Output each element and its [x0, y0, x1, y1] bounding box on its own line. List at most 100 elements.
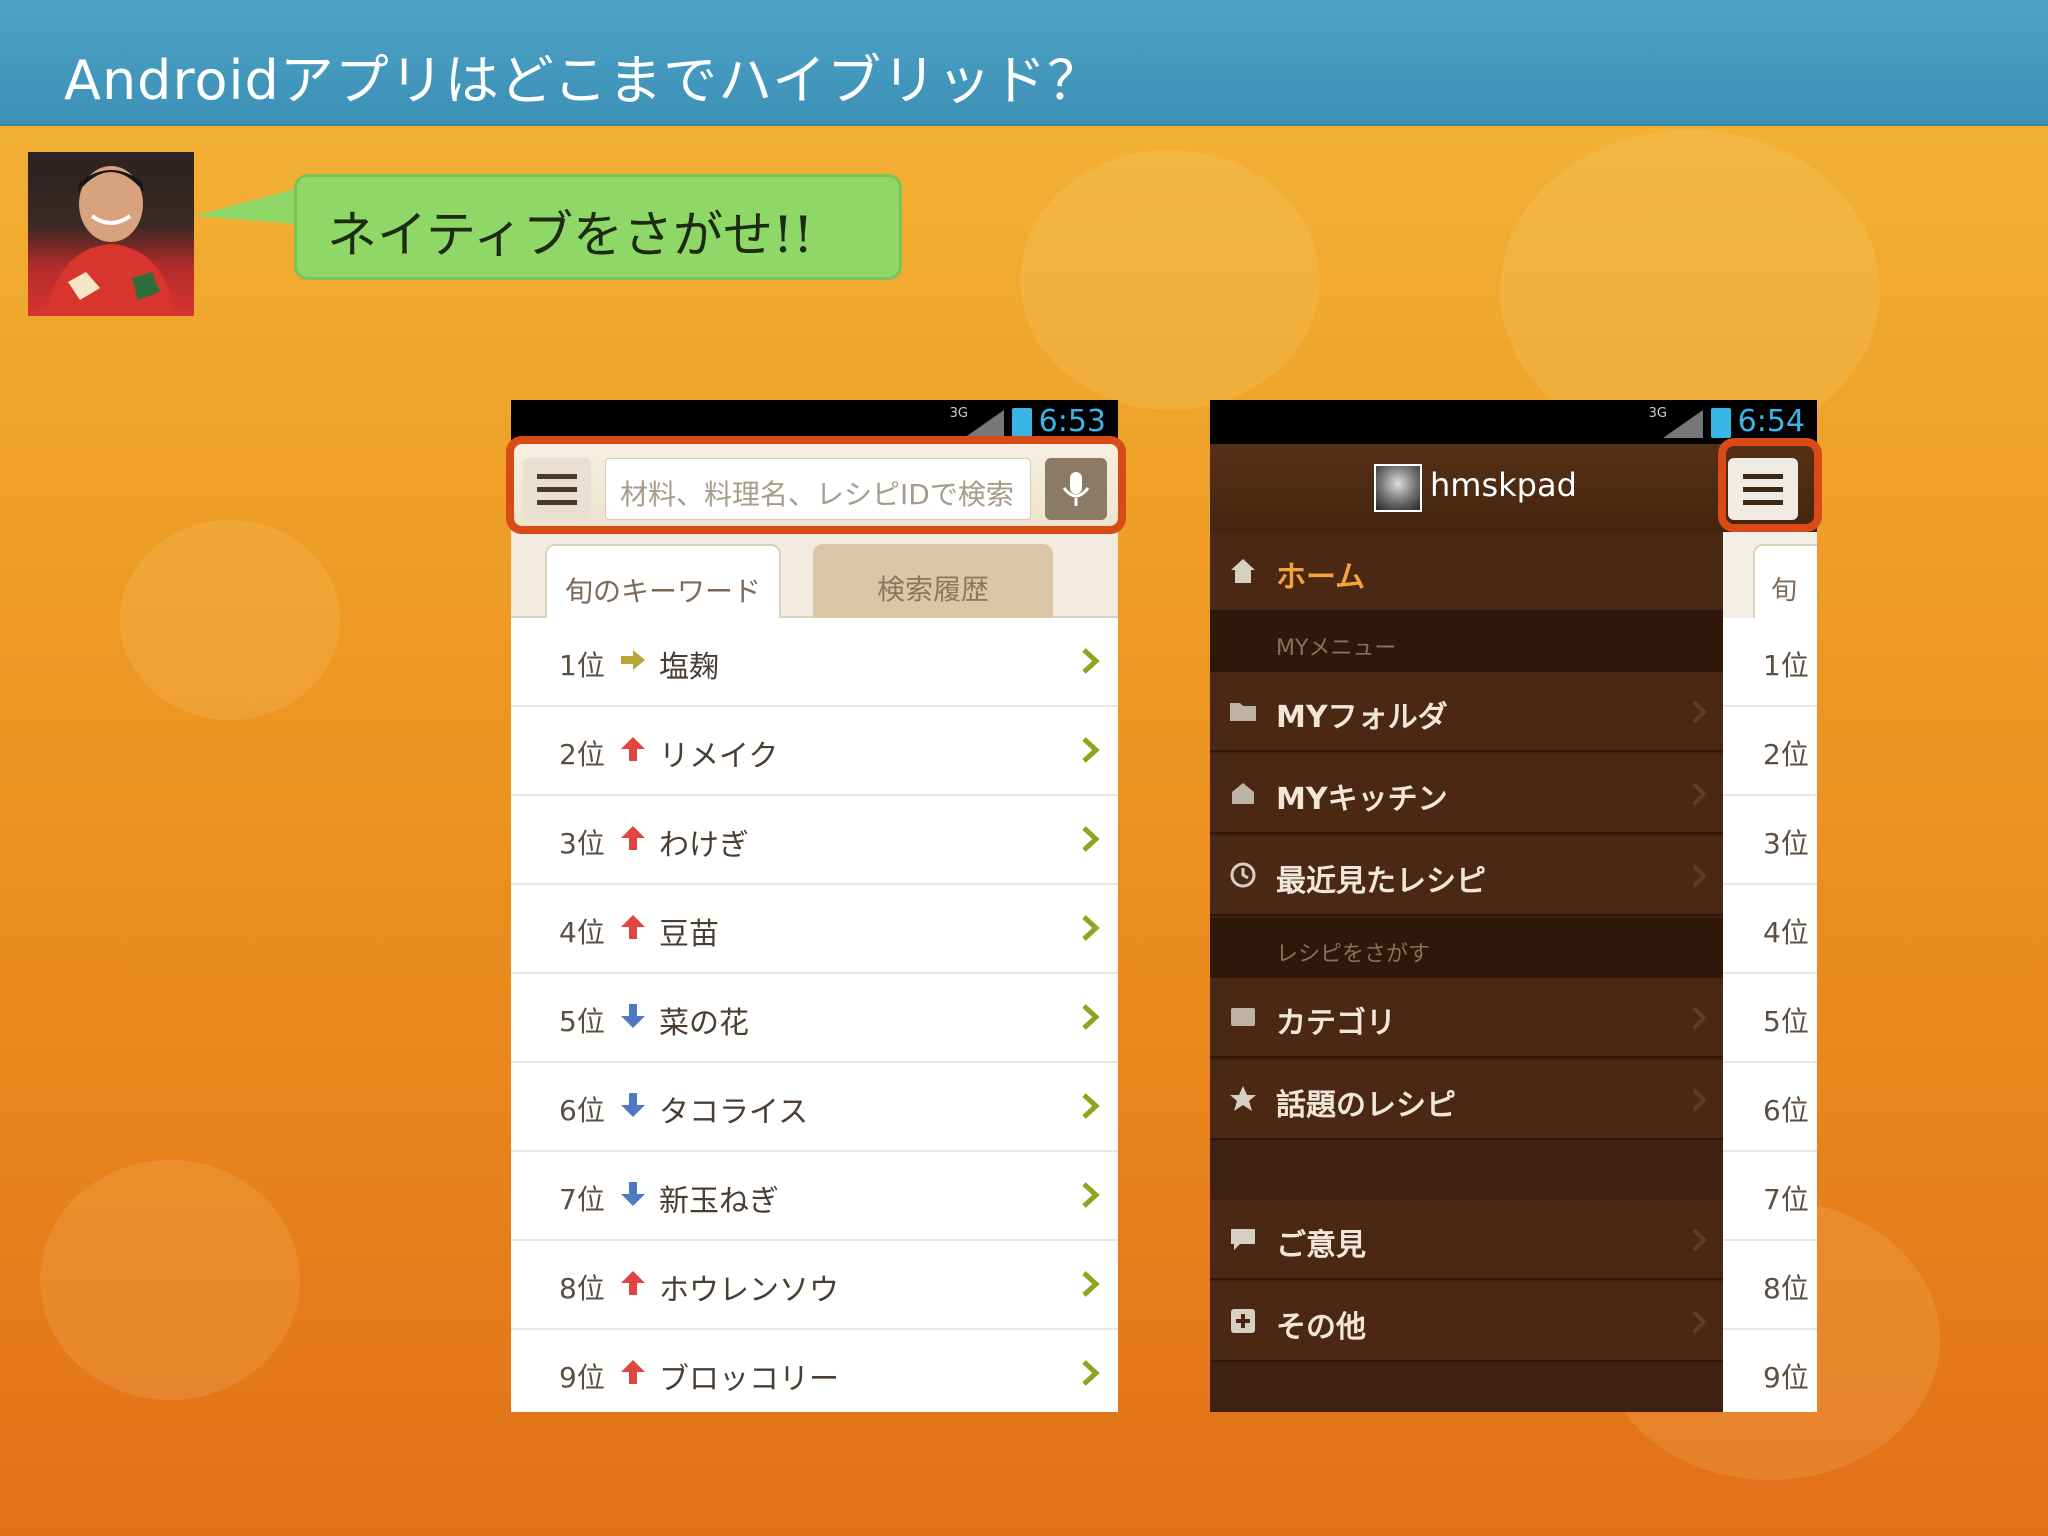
- drawer-item-my-folder[interactable]: MYフォルダ: [1210, 672, 1723, 752]
- highlight-menu-button: [1718, 438, 1822, 532]
- keyword: 塩麹: [659, 650, 719, 685]
- signal-icon: [964, 410, 1004, 438]
- drawer-item-popular-recipes[interactable]: 話題のレシピ: [1210, 1060, 1723, 1140]
- battery-charging-icon: [1012, 408, 1032, 438]
- plus-icon: [1231, 1309, 1255, 1333]
- tab-seasonal-keywords[interactable]: 旬のキーワード: [545, 544, 781, 620]
- tab-bar: 旬のキーワード 検索履歴: [511, 532, 1118, 620]
- user-name: hmskpad: [1430, 466, 1577, 504]
- slide-header: Androidアプリはどこまでハイブリッド？: [0, 0, 2048, 126]
- navigation-drawer: ホーム MYメニュー MYフォルダ MYキッチン 最近見たレシピ レシピをさがす…: [1210, 532, 1723, 1412]
- background-petal: [1020, 150, 1320, 410]
- keyword: リメイク: [659, 739, 779, 774]
- list-item: 5位: [1723, 974, 1817, 1063]
- rank-number: 8位: [559, 1272, 605, 1305]
- drawer-item-label: MYキッチン: [1276, 782, 1448, 817]
- rank-number: 6位: [559, 1094, 605, 1127]
- trend-same-icon: [621, 650, 645, 670]
- chevron-right-icon: [1082, 1360, 1100, 1386]
- chevron-right-icon: [1692, 782, 1707, 806]
- chevron-right-icon: [1692, 1228, 1707, 1252]
- list-item[interactable]: 7位 新玉ねぎ: [511, 1152, 1118, 1241]
- keyword: 豆苗: [659, 917, 719, 952]
- home-icon: [1231, 559, 1255, 583]
- peek-tab: 旬: [1753, 544, 1817, 620]
- list-item[interactable]: 2位 リメイク: [511, 707, 1118, 796]
- keyword: 新玉ねぎ: [659, 1184, 779, 1219]
- trend-up-icon: [621, 826, 645, 850]
- trend-down-icon: [621, 1004, 645, 1028]
- drawer-item-my-kitchen[interactable]: MYキッチン: [1210, 754, 1723, 834]
- chevron-right-icon: [1692, 1006, 1707, 1030]
- callout-tail: [194, 188, 298, 224]
- keyword: 菜の花: [659, 1006, 749, 1041]
- list-item[interactable]: 1位 塩麹: [511, 618, 1118, 707]
- drawer-item-home[interactable]: ホーム: [1210, 532, 1723, 612]
- rank-number: 7位: [559, 1183, 605, 1216]
- status-time: 6:54: [1737, 404, 1805, 439]
- rank-number: 3位: [559, 827, 605, 860]
- drawer-item-recent-recipes[interactable]: 最近見たレシピ: [1210, 836, 1723, 916]
- drawer-item-label: カテゴリ: [1276, 1006, 1396, 1041]
- list-item[interactable]: 3位 わけぎ: [511, 796, 1118, 885]
- rank-number: 1位: [559, 649, 605, 682]
- callout-text: ネイティブをさがせ!!: [327, 206, 814, 264]
- list-item: 4位: [1723, 885, 1817, 974]
- signal-icon: [1663, 410, 1703, 438]
- ranking-list: 1位 塩麹 2位 リメイク 3位 わけぎ 4位 豆苗 5位 菜の花 6位 タコラ…: [511, 618, 1118, 1412]
- list-item: 7位: [1723, 1152, 1817, 1241]
- list-item: 2位: [1723, 707, 1817, 796]
- drawer-item-category[interactable]: カテゴリ: [1210, 978, 1723, 1058]
- list-item: 9位: [1723, 1330, 1817, 1412]
- keyword: ブロッコリー: [659, 1362, 839, 1397]
- folder-icon: [1230, 703, 1256, 721]
- rank-number: 2位: [559, 738, 605, 771]
- trend-up-icon: [621, 737, 645, 761]
- drawer-item-label: 話題のレシピ: [1276, 1088, 1456, 1123]
- list-item[interactable]: 8位 ホウレンソウ: [511, 1241, 1118, 1330]
- list-item[interactable]: 6位 タコライス: [511, 1063, 1118, 1152]
- kitchen-icon: [1232, 783, 1254, 804]
- phone-screenshot-drawer: 3G 6:54 hmskpad ホーム MYメニュー MYフォルダ MYキッチン: [1210, 400, 1817, 1412]
- tab-search-history[interactable]: 検索履歴: [813, 544, 1053, 620]
- category-icon: [1231, 1008, 1255, 1026]
- status-time: 6:53: [1038, 404, 1106, 439]
- list-item: 8位: [1723, 1241, 1817, 1330]
- section-label: レシピをさがす: [1276, 942, 1431, 967]
- chevron-right-icon: [1082, 1004, 1100, 1030]
- chevron-right-icon: [1082, 1093, 1100, 1119]
- chevron-right-icon: [1692, 700, 1707, 724]
- presenter-photo: [28, 152, 194, 316]
- drawer-section-my-menu: MYメニュー: [1210, 612, 1723, 672]
- chevron-right-icon: [1082, 648, 1100, 674]
- rank-number: 5位: [559, 1005, 605, 1038]
- drawer-item-other[interactable]: その他: [1210, 1282, 1723, 1362]
- list-item[interactable]: 9位 ブロッコリー: [511, 1330, 1118, 1412]
- trend-up-icon: [621, 1360, 645, 1384]
- keyword: わけぎ: [659, 828, 749, 863]
- drawer-item-label: ご意見: [1276, 1228, 1366, 1263]
- drawer-item-label: ホーム: [1276, 560, 1366, 595]
- drawer-item-label: その他: [1276, 1310, 1366, 1345]
- list-item[interactable]: 5位 菜の花: [511, 974, 1118, 1063]
- trend-down-icon: [621, 1093, 645, 1117]
- trend-up-icon: [621, 915, 645, 939]
- chevron-right-icon: [1082, 1182, 1100, 1208]
- chevron-right-icon: [1692, 1310, 1707, 1334]
- rank-number: 9位: [559, 1361, 605, 1394]
- list-item[interactable]: 4位 豆苗: [511, 885, 1118, 974]
- chevron-right-icon: [1082, 826, 1100, 852]
- trend-down-icon: [621, 1182, 645, 1206]
- drawer-item-feedback[interactable]: ご意見: [1210, 1200, 1723, 1280]
- list-item: 3位: [1723, 796, 1817, 885]
- star-icon: [1230, 1086, 1256, 1111]
- background-petal: [40, 1160, 300, 1400]
- phone-screenshot-search: 3G 6:53 材料、料理名、レシピIDで検索 旬のキーワード 検索履歴 1位 …: [511, 400, 1118, 1412]
- list-item: 1位: [1723, 618, 1817, 707]
- user-avatar[interactable]: [1374, 464, 1422, 512]
- slide-title: Androidアプリはどこまでハイブリッド？: [64, 49, 1103, 112]
- list-item: 6位: [1723, 1063, 1817, 1152]
- chevron-right-icon: [1692, 864, 1707, 888]
- drawer-item-label: MYフォルダ: [1276, 700, 1448, 735]
- chevron-right-icon: [1082, 915, 1100, 941]
